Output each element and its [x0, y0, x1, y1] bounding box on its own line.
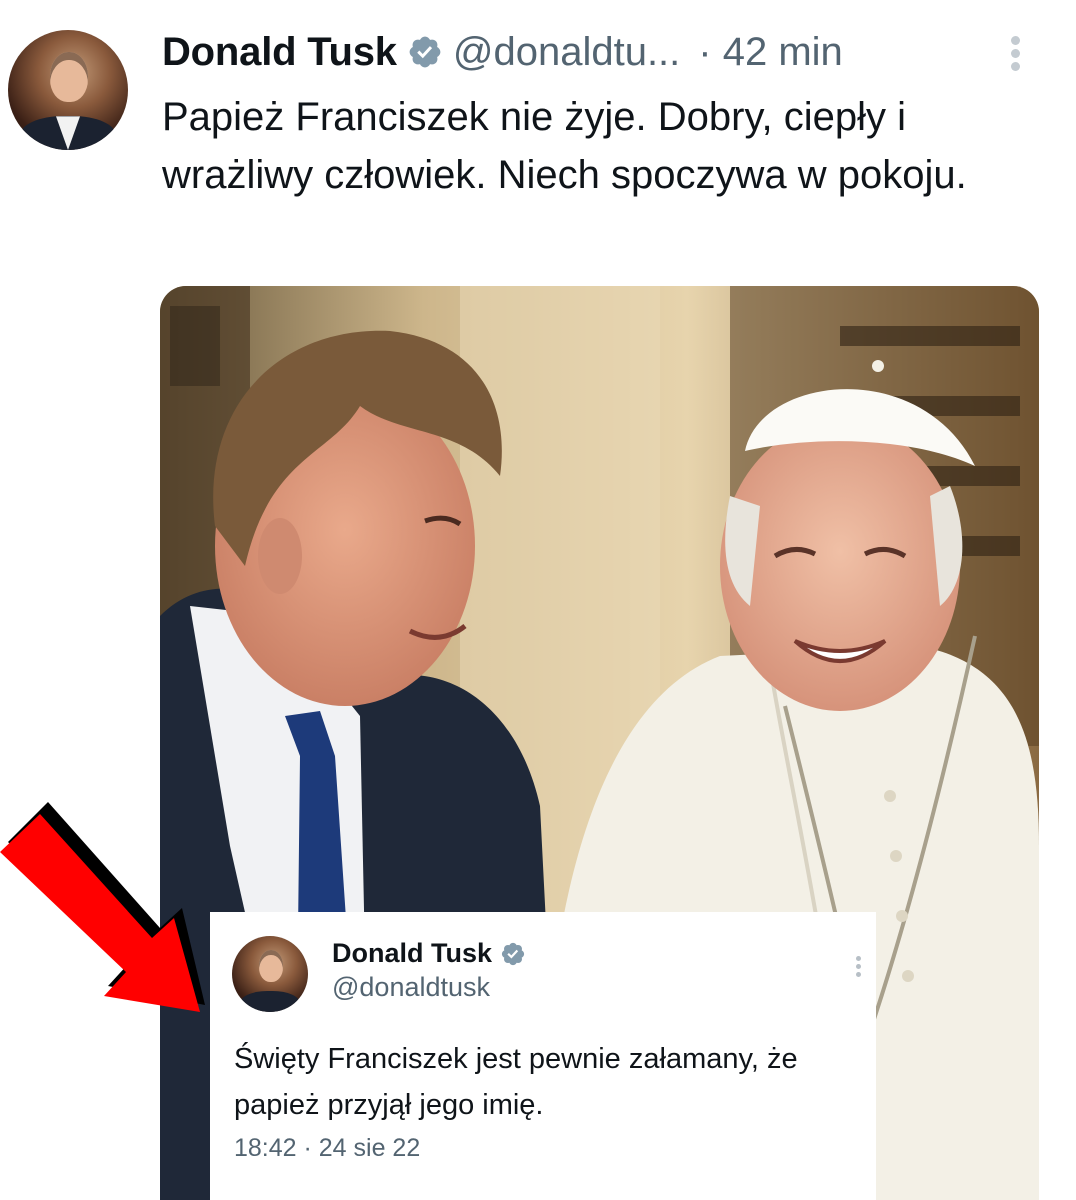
- quoted-author-avatar[interactable]: [232, 936, 308, 1012]
- quoted-author-handle[interactable]: @donaldtusk: [332, 972, 490, 1003]
- avatar-face: [50, 51, 89, 102]
- more-options-icon[interactable]: [854, 956, 862, 982]
- verified-badge-icon: [501, 942, 525, 965]
- author-avatar[interactable]: [8, 30, 128, 150]
- more-options-icon[interactable]: [1006, 36, 1024, 76]
- quoted-tweet-date[interactable]: 18:42 · 24 sie 22: [234, 1134, 420, 1163]
- quoted-name-row: Donald Tusk: [332, 938, 526, 969]
- avatar-suit: [239, 990, 301, 1012]
- quoted-tweet-card[interactable]: Donald Tusk @donaldtusk Święty Francisze…: [210, 912, 876, 1200]
- red-arrow-icon: [0, 802, 205, 1012]
- quoted-tweet-text: Święty Franciszek jest pewnie załamany, …: [234, 1043, 798, 1121]
- quoted-author-name[interactable]: Donald Tusk: [332, 938, 492, 969]
- tweet-header: Donald Tusk @donaldtu... · 42 min: [162, 24, 843, 80]
- tweet-text: Papież Franciszek nie żyje. Dobry, ciepł…: [162, 95, 967, 197]
- author-handle[interactable]: @donaldtu...: [453, 30, 680, 75]
- tweet-timestamp[interactable]: · 42 min: [698, 30, 843, 75]
- verified-badge-icon: [409, 36, 441, 68]
- avatar-face: [258, 949, 283, 982]
- author-name[interactable]: Donald Tusk: [162, 30, 397, 75]
